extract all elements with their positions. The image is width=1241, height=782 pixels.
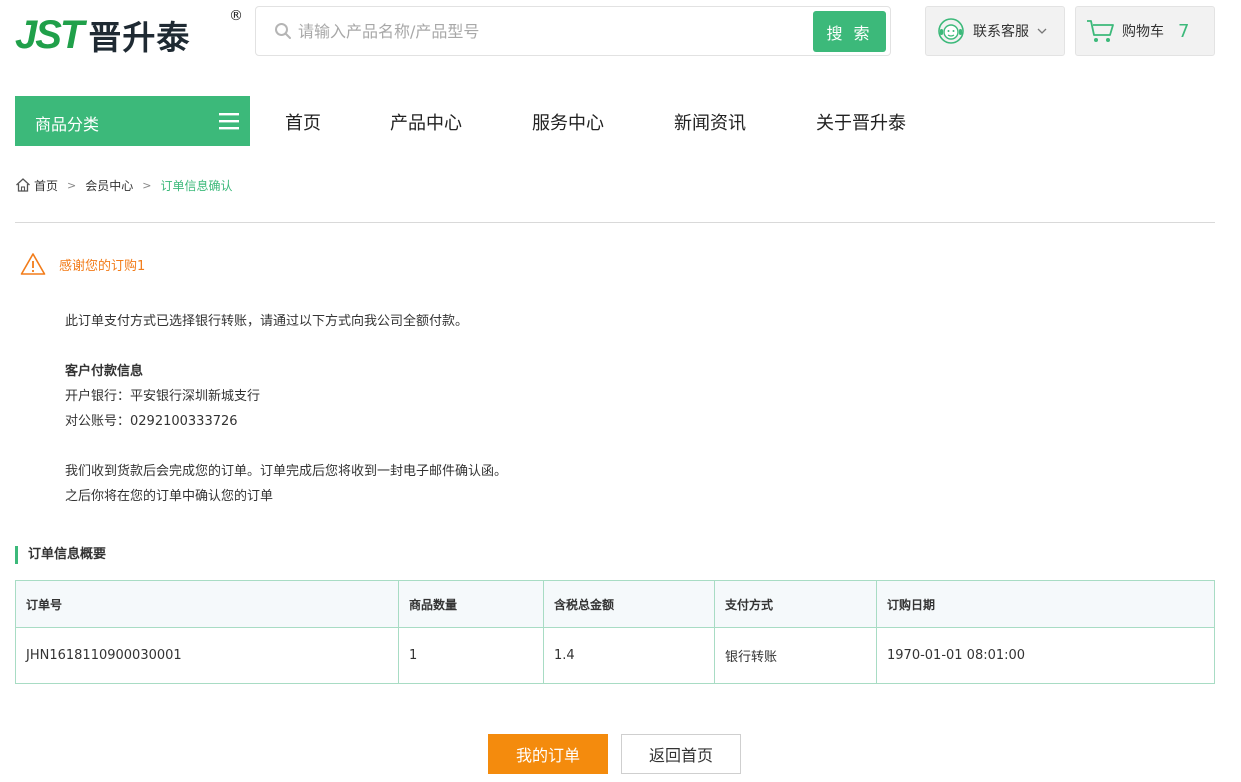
payment-method-text: 此订单支付方式已选择银行转账，请通过以下方式向我公司全额付款。 <box>65 314 469 329</box>
cart-icon <box>1087 20 1114 42</box>
order-summary-table: 订单号 商品数量 含税总金额 支付方式 订购日期 JHN161811090003… <box>15 580 1215 684</box>
quantity-cell: 1 <box>398 627 544 684</box>
order-date-cell: 1970-01-01 08:01:00 <box>876 627 1215 684</box>
order-number-cell: JHN1618110900030001 <box>15 627 399 684</box>
confirm-text-line1: 我们收到货款后会完成您的订单。订单完成后您将收到一封电子邮件确认函。 <box>65 464 508 479</box>
site-logo[interactable]: JST 晋升泰 ® <box>15 8 243 60</box>
chevron-down-icon <box>1037 28 1047 34</box>
total-cell: 1.4 <box>543 627 715 684</box>
site-header: JST 晋升泰 ® 搜 索 联系客服 购物车 <box>0 0 1241 96</box>
nav-item-services[interactable]: 服务中心 <box>532 109 604 135</box>
nav-item-about[interactable]: 关于晋升泰 <box>816 109 906 135</box>
main-content: 首页 > 会员中心 > 订单信息确认 感谢您的订购1 此订单支付方式已选择银行转… <box>0 146 1241 782</box>
search-input[interactable] <box>298 16 798 46</box>
hamburger-menu-icon <box>219 113 239 130</box>
table-header-row: 订单号 商品数量 含税总金额 支付方式 订购日期 <box>15 580 1215 628</box>
category-menu-label: 商品分类 <box>35 115 100 134</box>
cart-count-badge: 7 <box>1178 20 1190 42</box>
payment-info-title: 客户付款信息 <box>65 364 144 379</box>
breadcrumb-current: 订单信息确认 <box>160 178 233 193</box>
breadcrumb-home-link[interactable]: 首页 <box>34 177 58 194</box>
search-bar: 搜 索 <box>255 6 891 56</box>
nav-item-products[interactable]: 产品中心 <box>390 109 462 135</box>
order-summary-title: 订单信息概要 <box>15 546 106 564</box>
account-number-text: 对公账号：0292100333726 <box>65 414 238 429</box>
cart-label: 购物车 <box>1122 24 1164 40</box>
table-row: JHN1618110900030001 1 1.4 银行转账 1970-01-0… <box>15 627 1215 684</box>
divider <box>15 222 1215 223</box>
column-header-order-date: 订购日期 <box>876 580 1215 628</box>
customer-service-button[interactable]: 联系客服 <box>925 6 1065 56</box>
column-header-quantity: 商品数量 <box>398 580 544 628</box>
logo-text: 晋升泰 <box>88 18 191 57</box>
nav-item-home[interactable]: 首页 <box>285 109 321 135</box>
breadcrumb: 首页 > 会员中心 > 订单信息确认 <box>15 176 232 194</box>
confirm-text-line2: 之后你将在您的订单中确认您的订单 <box>65 489 274 504</box>
search-button[interactable]: 搜 索 <box>813 11 886 52</box>
thanks-message: 感谢您的订购1 <box>59 258 146 274</box>
bank-name-text: 开户银行：平安银行深圳新城支行 <box>65 389 261 404</box>
search-icon <box>275 23 291 39</box>
column-header-payment-method: 支付方式 <box>714 580 877 628</box>
registered-mark: ® <box>229 8 243 24</box>
home-icon <box>16 178 30 192</box>
breadcrumb-separator: > <box>142 178 152 192</box>
category-menu-button[interactable]: 商品分类 <box>15 96 250 146</box>
breadcrumb-member-link[interactable]: 会员中心 <box>85 177 133 194</box>
customer-service-label: 联系客服 <box>973 24 1029 40</box>
my-orders-button[interactable]: 我的订单 <box>488 734 608 774</box>
payment-method-cell: 银行转账 <box>714 627 877 684</box>
back-home-button[interactable]: 返回首页 <box>621 734 741 774</box>
warning-icon <box>20 253 46 275</box>
breadcrumb-separator: > <box>67 178 77 192</box>
cart-button[interactable]: 购物车 7 <box>1075 6 1215 56</box>
logo-mark: JST <box>15 12 84 57</box>
column-header-order-number: 订单号 <box>15 580 399 628</box>
nav-item-news[interactable]: 新闻资讯 <box>674 109 746 135</box>
column-header-total: 含税总金额 <box>543 580 715 628</box>
customer-service-icon <box>938 18 964 44</box>
thanks-notice: 感谢您的订购1 <box>20 252 145 276</box>
main-nav: 商品分类 首页 产品中心 服务中心 新闻资讯 关于晋升泰 <box>0 96 1241 146</box>
